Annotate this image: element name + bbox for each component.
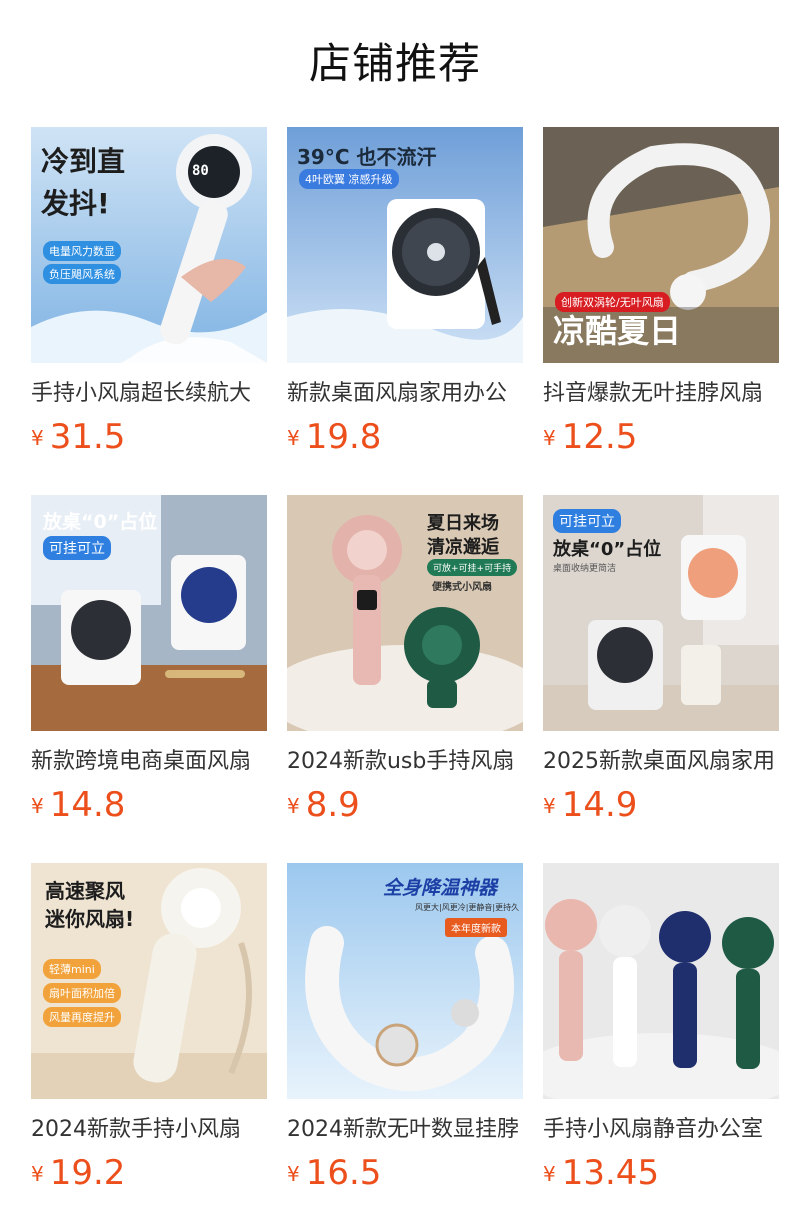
product-card[interactable]: 放桌“0”占位 可挂可立 新款跨境电商桌面风扇 ¥14.8 (31, 495, 267, 863)
image-tag: 4叶欧翼 凉感升级 (299, 169, 399, 189)
product-card[interactable]: 高速聚风 迷你风扇! 轻薄mini 扇叶面积加倍 风量再度提升 2024新款手持… (31, 863, 267, 1231)
price-value: 19.2 (49, 1153, 126, 1193)
image-tag: 风量再度提升 (43, 1007, 121, 1027)
product-card[interactable]: 冷到直 发抖! 80 电量风力数显 负压飓风系统 手持小风扇超长续航大 ¥31.… (31, 127, 267, 495)
product-price: ¥31.5 (31, 417, 125, 457)
product-name[interactable]: 手持小风扇静音办公室 (543, 1115, 779, 1145)
product-image[interactable]: 夏日来场 清凉邂逅 可放+可挂+可手持 便携式小风扇 (287, 495, 523, 731)
product-card[interactable]: 创新双涡轮/无叶风扇 凉酷夏日 抖音爆款无叶挂脖风扇 ¥12.5 (543, 127, 779, 495)
image-subline: 便携式小风扇 (432, 582, 492, 593)
product-name[interactable]: 2024新款usb手持风扇 (287, 747, 523, 777)
image-headline: 凉酷夏日 (553, 312, 682, 350)
product-name[interactable]: 新款跨境电商桌面风扇 (31, 747, 267, 777)
currency-symbol: ¥ (287, 794, 300, 818)
product-name[interactable]: 抖音爆款无叶挂脖风扇 (543, 379, 779, 409)
currency-symbol: ¥ (31, 794, 44, 818)
image-subline: 桌面收纳更简洁 (553, 564, 617, 574)
product-name[interactable]: 新款桌面风扇家用办公 (287, 379, 523, 409)
product-image[interactable]: 冷到直 发抖! 80 电量风力数显 负压飓风系统 (31, 127, 267, 363)
product-image[interactable]: 可挂可立 放桌“0”占位 桌面收纳更简洁 (543, 495, 779, 731)
currency-symbol: ¥ (287, 1162, 300, 1186)
price-value: 19.8 (305, 417, 382, 457)
image-headline: 冷到直 (41, 145, 126, 178)
fan-display-readout: 80 (192, 163, 209, 179)
currency-symbol: ¥ (31, 1162, 44, 1186)
product-price: ¥14.8 (31, 785, 125, 825)
image-tag: 创新双涡轮/无叶风扇 (555, 292, 670, 312)
product-image[interactable]: 全身降温神器 风更大|风更冷|更静音|更持久 本年度新款 (287, 863, 523, 1099)
image-tag: 可挂可立 (553, 509, 621, 533)
product-price: ¥8.9 (287, 785, 360, 825)
image-tag: 可挂可立 (43, 536, 111, 560)
image-subline: 风更大|风更冷|更静音|更持久 (415, 903, 520, 912)
product-name[interactable]: 手持小风扇超长续航大 (31, 379, 267, 409)
product-card[interactable]: 全身降温神器 风更大|风更冷|更静音|更持久 本年度新款 2024新款无叶数显挂… (287, 863, 523, 1231)
product-image[interactable]: 放桌“0”占位 可挂可立 (31, 495, 267, 731)
currency-symbol: ¥ (543, 1162, 556, 1186)
image-tag: 本年度新款 (445, 918, 507, 937)
product-price: ¥16.5 (287, 1153, 381, 1193)
image-tag: 负压飓风系统 (43, 264, 121, 284)
price-value: 14.9 (561, 785, 638, 825)
price-value: 31.5 (49, 417, 126, 457)
product-image[interactable]: 39°C 也不流汗 4叶欧翼 凉感升级 (287, 127, 523, 363)
currency-symbol: ¥ (543, 794, 556, 818)
image-headline-2: 发抖! (41, 187, 110, 220)
product-image[interactable]: 高速聚风 迷你风扇! 轻薄mini 扇叶面积加倍 风量再度提升 (31, 863, 267, 1099)
price-value: 12.5 (561, 417, 638, 457)
image-headline-2: 清凉邂逅 (427, 537, 499, 558)
image-headline: 放桌“0”占位 (553, 539, 662, 560)
image-tag: 可放+可挂+可手持 (427, 559, 518, 576)
price-value: 16.5 (305, 1153, 382, 1193)
currency-symbol: ¥ (543, 426, 556, 450)
product-grid: 冷到直 发抖! 80 电量风力数显 负压飓风系统 手持小风扇超长续航大 ¥31.… (31, 127, 779, 1231)
image-tag: 轻薄mini (43, 959, 101, 979)
image-headline-2: 迷你风扇! (45, 907, 135, 931)
product-card[interactable]: 可挂可立 放桌“0”占位 桌面收纳更简洁 2025新款桌面风扇家用 ¥14.9 (543, 495, 779, 863)
product-price: ¥19.8 (287, 417, 381, 457)
product-price: ¥12.5 (543, 417, 637, 457)
image-headline: 39°C 也不流汗 (297, 145, 437, 169)
product-price: ¥14.9 (543, 785, 637, 825)
product-card[interactable]: 夏日来场 清凉邂逅 可放+可挂+可手持 便携式小风扇 2024新款usb手持风扇… (287, 495, 523, 863)
product-card[interactable]: 39°C 也不流汗 4叶欧翼 凉感升级 新款桌面风扇家用办公 ¥19.8 (287, 127, 523, 495)
product-price: ¥13.45 (543, 1153, 659, 1193)
image-tag: 扇叶面积加倍 (43, 983, 121, 1003)
currency-symbol: ¥ (287, 426, 300, 450)
currency-symbol: ¥ (31, 426, 44, 450)
product-price: ¥19.2 (31, 1153, 125, 1193)
price-value: 8.9 (305, 785, 360, 825)
image-headline: 放桌“0”占位 (43, 511, 158, 533)
product-name[interactable]: 2025新款桌面风扇家用 (543, 747, 779, 777)
image-headline: 高速聚风 (45, 879, 125, 903)
image-tag: 电量风力数显 (43, 241, 121, 261)
image-headline: 夏日来场 (427, 513, 499, 534)
product-name[interactable]: 2024新款无叶数显挂脖 (287, 1115, 523, 1145)
product-image[interactable]: 创新双涡轮/无叶风扇 凉酷夏日 (543, 127, 779, 363)
product-card[interactable]: 手持小风扇静音办公室 ¥13.45 (543, 863, 779, 1231)
image-headline: 全身降温神器 (383, 877, 498, 899)
page-title: 店铺推荐 (308, 39, 481, 88)
price-value: 14.8 (49, 785, 126, 825)
price-value: 13.45 (561, 1153, 660, 1193)
product-image[interactable] (543, 863, 779, 1099)
product-name[interactable]: 2024新款手持小风扇 (31, 1115, 267, 1145)
